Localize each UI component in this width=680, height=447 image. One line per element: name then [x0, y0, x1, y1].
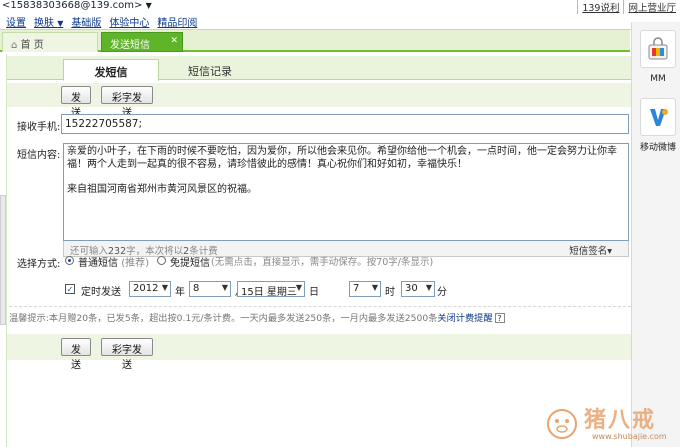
menu-skin-label[interactable]: 换肤	[34, 18, 54, 29]
day-select[interactable]: 15日 星期三 ▼	[237, 281, 305, 298]
timed-send-checkbox[interactable]: ✓	[65, 284, 75, 294]
scrollbar[interactable]	[0, 195, 6, 325]
timed-send-label: 定时发送	[81, 287, 121, 298]
right-app-panel: MM 移动微博	[631, 22, 680, 447]
hour-unit: 时	[385, 287, 395, 298]
hour-value: 7	[353, 283, 360, 294]
account-email[interactable]: <15838303668@139.com>	[2, 0, 142, 11]
free-sms-note: (无需点击，直接显示，需手动保存。按70字/条显示)	[211, 257, 434, 268]
account-menu[interactable]: <15838303668@139.com> ▼	[2, 0, 152, 11]
home-icon: ⌂	[11, 40, 18, 51]
tip-text: 温馨提示:本月赠20条，已发5条，超出按0.1元/条计费。一天内最多发送250条…	[9, 313, 438, 324]
menu-settings[interactable]: 设置	[6, 14, 26, 29]
chevron-down-icon[interactable]: ▼	[57, 19, 63, 28]
tab-home[interactable]: ⌂ 首 页	[2, 32, 98, 52]
toolbar-bottom: 发送 彩字发送	[7, 334, 631, 371]
chevron-down-icon: ▼	[371, 283, 378, 292]
mms-send-button[interactable]: 彩字发送	[101, 86, 153, 119]
watermark-text: 猪八戒	[584, 407, 657, 433]
top-right-links: 139说利 网上营业厅	[577, 0, 680, 14]
watermark-logo: 猪八戒 www.shubajie.com	[540, 400, 680, 447]
phone-input[interactable]: 15222705587;	[61, 114, 629, 134]
radio-free-sms[interactable]	[157, 256, 166, 265]
signature-dropdown[interactable]: 短信签名▾	[569, 243, 612, 257]
send-sms-panel: 发短信 短信记录 发送 彩字发送 接收手机: 15222705587; 短信内容…	[6, 54, 631, 447]
timed-send-row: ✓ 定时发送 2012▼ 年 8▼ 月 15日 星期三▼ 日 7▼ 时 30▼ …	[65, 281, 625, 299]
minute-unit: 分	[437, 287, 447, 298]
app-weibo[interactable]: 移动微博	[636, 98, 680, 153]
menu-experience[interactable]: 体验中心	[109, 14, 149, 29]
day-unit: 日	[309, 287, 319, 298]
normal-note: (推荐)	[121, 258, 149, 269]
message-body: 亲爱的小叶子，在下雨的时候不要吃怕，因为爱你，所以他会来见你。希望你给他一个机会…	[67, 146, 617, 170]
content-label: 短信内容:	[17, 150, 61, 161]
watermark-url: www.shubajie.com	[592, 432, 667, 441]
close-icon[interactable]: ✕	[170, 36, 178, 46]
app-mm[interactable]: MM	[636, 30, 680, 84]
mms-send-button-bottom[interactable]: 彩字发送	[101, 338, 153, 371]
send-button-bottom[interactable]: 发送	[61, 338, 91, 371]
tab-send-sms[interactable]: 发送短信 ✕	[101, 32, 183, 52]
tab-sms-label: 发送短信	[110, 40, 150, 51]
top-bar: <15838303668@139.com> ▼ 设置 换肤 ▼ 基础版 体验中心…	[0, 0, 680, 30]
month-value: 8	[193, 283, 200, 294]
chevron-down-icon: ▼	[295, 283, 302, 292]
top-menu: 设置 换肤 ▼ 基础版 体验中心 精品印阅	[6, 14, 197, 29]
menu-selected[interactable]: 精品印阅	[157, 14, 197, 29]
send-button[interactable]: 发送	[61, 86, 91, 119]
minute-select[interactable]: 30 ▼	[401, 281, 435, 297]
radio-free-label: 免提短信	[170, 258, 210, 269]
window-tabs: ⌂ 首 页 发送短信 ✕	[0, 30, 630, 52]
message-sign: 来自祖国河南省郑州市黄河风景区的祝福。	[67, 184, 257, 195]
year-value: 2012	[133, 283, 159, 294]
app-weibo-label: 移动微博	[639, 143, 676, 153]
month-select[interactable]: 8 ▼	[189, 281, 231, 297]
chevron-down-icon: ▼	[221, 283, 228, 292]
menu-basic[interactable]: 基础版	[71, 14, 101, 29]
weibo-icon[interactable]	[640, 98, 676, 136]
toolbar-top: 发送 彩字发送	[7, 83, 631, 119]
chevron-down-icon: ▼	[425, 283, 432, 292]
tab-home-label: 首 页	[20, 40, 44, 51]
chevron-down-icon: ▼	[161, 283, 168, 292]
subtab-sms-log[interactable]: 短信记录	[167, 59, 253, 81]
link-139[interactable]: 139说利	[577, 0, 623, 14]
close-billing-reminder-link[interactable]: 关闭计费提醒	[437, 313, 492, 324]
radio-normal-label: 普通短信 (推荐)	[78, 254, 149, 269]
radio-normal-sms[interactable]	[65, 256, 74, 265]
year-unit: 年	[175, 287, 185, 298]
day-value: 15日 星期三	[241, 287, 297, 298]
help-icon[interactable]: ?	[494, 313, 505, 323]
sub-tabs: 发短信 短信记录	[7, 56, 631, 81]
app-mm-label: MM	[650, 74, 666, 84]
message-textarea[interactable]: 亲爱的小叶子，在下雨的时候不要吃怕，因为爱你，所以他会来见你。希望你给他一个机会…	[63, 143, 629, 241]
menu-skin[interactable]: 换肤 ▼	[34, 14, 63, 29]
chevron-down-icon[interactable]: ▼	[146, 1, 152, 10]
subtab-send-sms[interactable]: 发短信	[63, 59, 159, 81]
hour-select[interactable]: 7 ▼	[349, 281, 381, 297]
phone-label: 接收手机:	[17, 122, 61, 133]
pig-logo-icon	[547, 409, 577, 439]
normal-label-text: 普通短信	[78, 258, 118, 269]
mm-bag-icon[interactable]	[640, 30, 676, 68]
year-select[interactable]: 2012 ▼	[129, 281, 171, 297]
minute-value: 30	[405, 283, 418, 294]
billing-tip: 温馨提示:本月赠20条，已发5条，超出按0.1元/条计费。一天内最多发送250条…	[9, 306, 631, 324]
link-online-hall[interactable]: 网上营业厅	[623, 0, 680, 14]
type-label: 选择方式:	[17, 259, 61, 270]
